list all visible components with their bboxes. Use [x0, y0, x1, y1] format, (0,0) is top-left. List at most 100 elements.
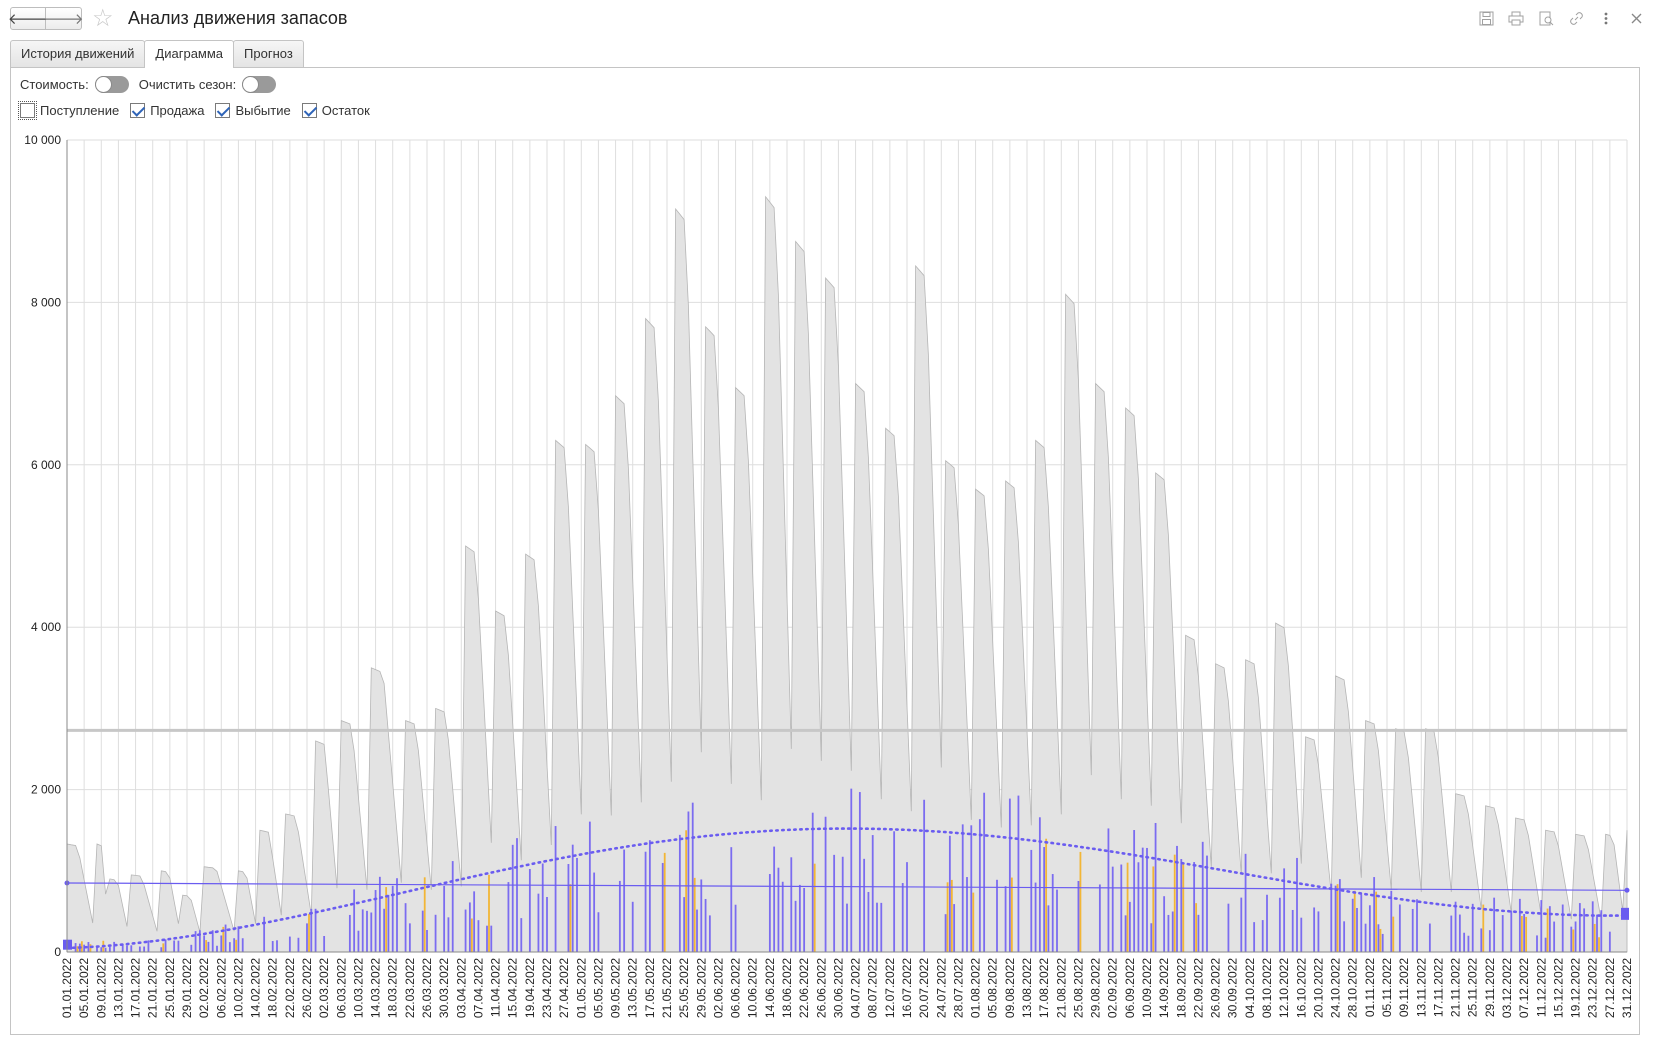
sales-bar — [1133, 830, 1136, 952]
sales-bar — [511, 844, 514, 952]
sales-bar — [87, 942, 90, 952]
disposal-bar — [1173, 854, 1176, 952]
x-tick-label: 20.10.2022 — [1311, 958, 1325, 1018]
x-tick-label: 25.01.2022 — [163, 958, 177, 1018]
x-tick-label: 22.02.2022 — [283, 958, 297, 1018]
sales-bar — [867, 891, 870, 952]
sales-bar — [306, 923, 308, 952]
sales-bar — [588, 821, 591, 952]
sales-bar — [1146, 847, 1148, 952]
sales-bar — [357, 930, 360, 952]
sales-bar — [1480, 928, 1483, 952]
sales-bar — [571, 844, 574, 952]
x-tick-label: 27.04.2022 — [557, 958, 571, 1018]
sales-bar — [1454, 901, 1457, 952]
sales-bar — [1381, 933, 1384, 952]
x-tick-label: 22.09.2022 — [1191, 958, 1205, 1018]
x-tick-label: 14.02.2022 — [249, 958, 263, 1018]
x-tick-label: 22.03.2022 — [403, 958, 417, 1018]
sales-bar — [794, 900, 797, 952]
sales-bar — [1030, 849, 1033, 952]
sales-bar — [1450, 915, 1453, 952]
x-tick-label: 09.08.2022 — [1003, 958, 1017, 1018]
disposal-bar — [1353, 890, 1356, 952]
sales-bar — [378, 876, 381, 952]
movement-chart: 02 0004 0006 0008 00010 00001.01.2022 05.… — [24, 133, 1634, 1018]
disposal-bar — [813, 863, 816, 952]
sales-bar — [880, 902, 883, 952]
x-tick-label: 27.12.2022 — [1603, 958, 1617, 1018]
sales-bar — [1124, 915, 1127, 952]
x-tick-label: 08.10.2022 — [1260, 958, 1274, 1018]
disposal-bar — [1336, 884, 1339, 952]
sales-bar — [893, 831, 896, 952]
sales-bar — [408, 923, 411, 952]
x-tick-label: 13.05.2022 — [626, 958, 640, 1018]
sales-bar — [1488, 930, 1491, 952]
x-tick-label: 02.09.2022 — [1106, 958, 1120, 1018]
sales-bar — [147, 940, 150, 952]
sales-bar — [1364, 923, 1367, 952]
y-tick-label: 2 000 — [31, 783, 61, 797]
sales-bar — [1330, 883, 1333, 952]
sales-bar — [1510, 910, 1513, 952]
sales-bar — [138, 946, 141, 952]
disposal-bar — [972, 892, 975, 952]
x-tick-label: 02.03.2022 — [317, 958, 331, 1018]
sales-bar — [687, 811, 690, 952]
sales-bar — [970, 825, 973, 952]
x-tick-label: 25.08.2022 — [1071, 958, 1085, 1018]
disposal-bar — [1598, 937, 1600, 952]
sales-bar — [1596, 914, 1598, 952]
y-tick-label: 4 000 — [31, 620, 61, 634]
sales-bar — [1591, 901, 1594, 952]
sales-bar — [323, 936, 326, 952]
disposal-bar — [1182, 864, 1185, 952]
sales-bar — [220, 935, 223, 952]
sales-bar — [537, 893, 540, 952]
sales-bar — [1553, 921, 1556, 952]
x-tick-label: 16.07.2022 — [900, 958, 914, 1018]
x-tick-label: 04.10.2022 — [1243, 958, 1257, 1018]
sales-bar — [1266, 894, 1268, 952]
sales-bar — [631, 901, 634, 952]
x-tick-label: 26.02.2022 — [300, 958, 314, 1018]
x-tick-label: 05.05.2022 — [591, 958, 605, 1018]
x-tick-label: 18.09.2022 — [1174, 958, 1188, 1018]
x-tick-label: 10.03.2022 — [351, 958, 365, 1018]
x-tick-label: 08.07.2022 — [866, 958, 880, 1018]
sales-bar — [901, 883, 904, 952]
sales-bar — [1240, 897, 1243, 952]
sales-bar — [288, 936, 291, 952]
x-tick-label: 09.05.2022 — [609, 958, 623, 1018]
y-tick-label: 10 000 — [24, 133, 61, 147]
sales-bar — [1377, 924, 1380, 952]
x-axis-labels: 01.01.2022 05.01.2022 09.01.2022 13.01.2022… — [60, 958, 1634, 1018]
sales-bar — [623, 849, 626, 952]
sales-bar — [1291, 909, 1294, 952]
sales-bar — [948, 835, 951, 952]
x-tick-label: 17.11.2022 — [1431, 958, 1445, 1017]
sales-bar — [1056, 889, 1058, 952]
sales-bar — [447, 917, 450, 952]
sales-bar — [271, 941, 274, 952]
sales-bar — [1017, 795, 1020, 952]
sales-bar — [143, 946, 146, 952]
x-tick-label: 02.06.2022 — [711, 958, 725, 1018]
x-tick-label: 02.02.2022 — [197, 958, 211, 1018]
sales-bar — [241, 938, 244, 952]
sales-bar — [1501, 915, 1504, 952]
sales-bar — [1518, 898, 1521, 952]
sales-bar — [1193, 862, 1196, 952]
x-tick-label: 30.09.2022 — [1226, 958, 1240, 1018]
tab-diagram[interactable]: Диаграмма — [144, 40, 235, 68]
sales-bar — [490, 925, 493, 952]
sales-bar — [1360, 894, 1363, 952]
x-tick-label: 10.09.2022 — [1140, 958, 1154, 1018]
sales-bar — [961, 824, 964, 952]
sales-bar — [507, 882, 510, 952]
sales-bar — [383, 908, 386, 952]
x-tick-label: 22.06.2022 — [797, 958, 811, 1018]
x-tick-label: 26.06.2022 — [814, 958, 828, 1018]
disposal-bar — [470, 918, 473, 952]
